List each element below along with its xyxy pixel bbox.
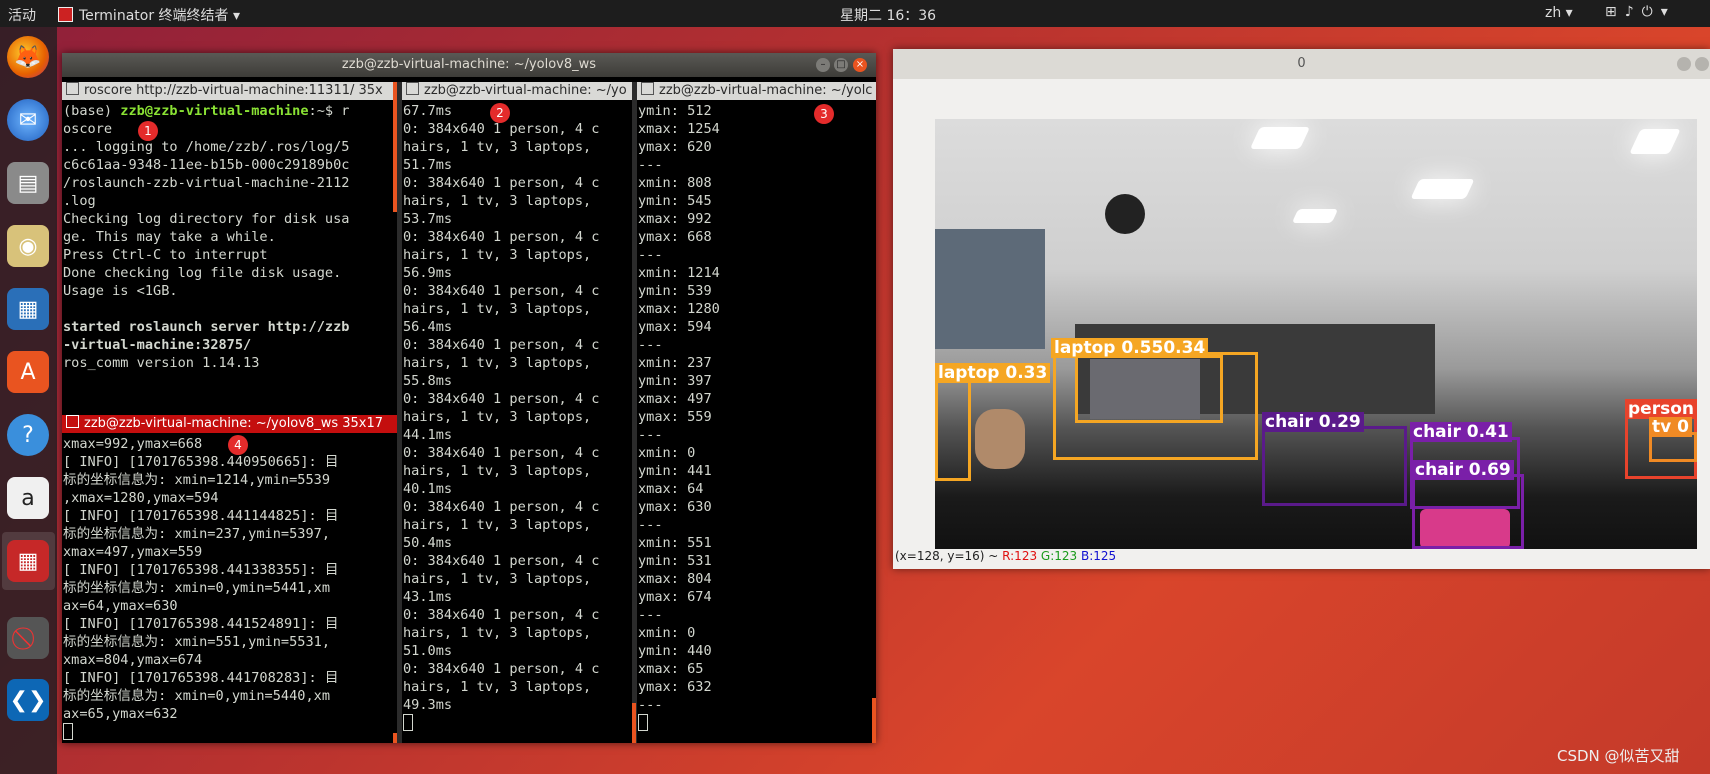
- minimize-button[interactable]: [1677, 57, 1691, 71]
- pane-grid-icon: [66, 82, 79, 95]
- terminal-output: xmax=992,ymax=668 [ INFO] [1701765398.44…: [62, 433, 397, 742]
- laptop-label-2: laptop 0.33: [935, 363, 1051, 383]
- text-cursor: [63, 723, 73, 740]
- pane-grid-icon: [406, 82, 419, 95]
- terminal-line: Done checking log file disk usage.: [63, 265, 342, 281]
- text-cursor: [638, 714, 648, 731]
- tv-label: tv 0: [1649, 417, 1692, 437]
- software-center-icon[interactable]: A: [7, 351, 49, 393]
- terminal-pane-listener[interactable]: zzb@zzb-virtual-machine: ~/yolov8_ws 35x…: [62, 415, 397, 743]
- ceiling-light: [1249, 127, 1311, 149]
- help-icon[interactable]: ?: [7, 414, 49, 456]
- blocked-app-icon[interactable]: ⃠: [7, 617, 49, 659]
- ceiling-light: [1410, 179, 1475, 199]
- camera-dome: [1105, 194, 1145, 234]
- pane-title[interactable]: zzb@zzb-virtual-machine: ~/yolc: [637, 82, 876, 100]
- thunderbird-icon[interactable]: ✉: [7, 99, 49, 141]
- scrollbar[interactable]: [393, 733, 397, 743]
- pane-grid-icon: [641, 82, 654, 95]
- pane-title[interactable]: roscore http://zzb-virtual-machine:11311…: [62, 82, 397, 100]
- firefox-icon[interactable]: 🦊: [7, 36, 49, 78]
- vscode-icon[interactable]: ❮❯: [7, 679, 49, 721]
- laptop-box-2: [935, 377, 971, 481]
- network-icon: ⊞: [1605, 4, 1625, 20]
- terminal-line: Usage is <1GB.: [63, 283, 178, 299]
- terminal-output: (base) zzb@zzb-virtual-machine:~$ r osco…: [63, 103, 350, 371]
- scrollbar[interactable]: [393, 82, 397, 212]
- annotation-badge: 2: [490, 103, 510, 123]
- watermark: CSDN @似苦又甜: [1557, 747, 1680, 765]
- terminal-line: started roslaunch server http://zzb: [63, 319, 350, 335]
- annotation-badge: 4: [228, 435, 248, 455]
- terminal-output: 67.7ms 0: 384x640 1 person, 4 c hairs, 1…: [402, 100, 632, 733]
- top-panel: 活动 Terminator 终端终结者 ▾ 星期二 16：36 zh ▾ ⊞♪⏻…: [0, 0, 1710, 27]
- terminal-line: ge. This may take a while.: [63, 229, 276, 245]
- pixel-status: (x=128, y=16) ~ R:123 G:123 B:125: [895, 549, 1117, 563]
- maximize-button[interactable]: □: [834, 58, 848, 72]
- terminal-line: ... logging to /home/zzb/.ros/log/5: [63, 139, 350, 155]
- terminal-pane-yolo[interactable]: zzb@zzb-virtual-machine: ~/yo 67.7ms 0: …: [402, 82, 632, 743]
- power-icon: ⏻: [1641, 4, 1661, 20]
- annotation-badge: 3: [814, 104, 834, 124]
- terminator-icon: [58, 7, 73, 22]
- app-name: Terminator 终端终结者: [79, 8, 229, 24]
- terminal-line: c6c61aa-9348-11ee-b15b-000c29189b0c: [63, 157, 350, 173]
- chair-box-3: [1412, 474, 1524, 549]
- language-indicator[interactable]: zh ▾: [1545, 5, 1573, 21]
- rhythmbox-icon[interactable]: ◉: [7, 225, 49, 267]
- dock: 🦊 ✉ ▤ ◉ ▦ A ? a ▦ ⃠ ❮❯: [0, 27, 57, 774]
- image-viewer-window: 0 laptop 0.550.34 laptop 0.33 chair 0.29…: [893, 49, 1710, 569]
- chair-label-1: chair 0.29: [1262, 412, 1364, 432]
- person-label: person: [1625, 399, 1697, 419]
- terminal-line: .log: [63, 193, 96, 209]
- chair-label-3: chair 0.69: [1412, 460, 1514, 480]
- minimize-button[interactable]: –: [816, 58, 830, 72]
- app-menu[interactable]: Terminator 终端终结者 ▾: [58, 5, 240, 25]
- pane-title[interactable]: zzb@zzb-virtual-machine: ~/yo: [402, 82, 632, 100]
- terminal-line: -virtual-machine:32875/: [63, 337, 252, 353]
- laptop-label-1: laptop 0.550.34: [1051, 338, 1209, 358]
- pane-title-active[interactable]: zzb@zzb-virtual-machine: ~/yolov8_ws 35x…: [62, 415, 397, 433]
- system-tray[interactable]: ⊞♪⏻▾: [1605, 4, 1676, 20]
- terminal-line: Press Ctrl-C to interrupt: [63, 247, 268, 263]
- terminal-pane-roscore[interactable]: roscore http://zzb-virtual-machine:11311…: [62, 82, 397, 382]
- image-window-title: 0: [1297, 56, 1306, 71]
- terminator-dock-icon[interactable]: ▦: [7, 540, 49, 582]
- ceiling-light: [1629, 129, 1681, 154]
- chair-box-1: [1262, 426, 1407, 506]
- scrollbar[interactable]: [872, 698, 876, 743]
- clock[interactable]: 星期二 16：36: [840, 5, 936, 25]
- pane-grid-icon: [66, 415, 79, 428]
- window-title: zzb@zzb-virtual-machine: ~/yolov8_ws: [341, 57, 597, 72]
- annotation-badge: 1: [138, 121, 158, 141]
- volume-icon: ♪: [1624, 4, 1642, 20]
- laptop-box-1-inner: [1075, 355, 1223, 423]
- amazon-icon[interactable]: a: [7, 477, 49, 519]
- terminator-titlebar[interactable]: zzb@zzb-virtual-machine: ~/yolov8_ws – □…: [62, 53, 876, 77]
- image-window-titlebar[interactable]: 0: [893, 49, 1710, 79]
- terminator-window: zzb@zzb-virtual-machine: ~/yolov8_ws – □…: [62, 53, 876, 743]
- scrollbar[interactable]: [632, 703, 636, 743]
- activities-button[interactable]: 活动: [8, 5, 36, 25]
- terminal-line: Checking log directory for disk usa: [63, 211, 350, 227]
- cabinet: [935, 229, 1045, 349]
- files-icon[interactable]: ▤: [7, 162, 49, 204]
- text-cursor: [403, 714, 413, 731]
- detection-image[interactable]: laptop 0.550.34 laptop 0.33 chair 0.29 c…: [935, 119, 1697, 549]
- maximize-button[interactable]: [1695, 57, 1709, 71]
- terminal-pane-boxes[interactable]: zzb@zzb-virtual-machine: ~/yolc ymin: 51…: [637, 82, 876, 743]
- terminal-line: ros_comm version 1.14.13: [63, 355, 260, 371]
- close-button[interactable]: ×: [853, 58, 867, 72]
- chair-label-2: chair 0.41: [1410, 422, 1512, 442]
- terminal-output: ymin: 512 xmax: 1254 ymax: 620 --- xmin:…: [637, 100, 876, 733]
- writer-icon[interactable]: ▦: [7, 288, 49, 330]
- ceiling-light: [1291, 209, 1339, 223]
- pink-object: [975, 409, 1025, 469]
- terminal-line: /roslaunch-zzb-virtual-machine-2112: [63, 175, 350, 191]
